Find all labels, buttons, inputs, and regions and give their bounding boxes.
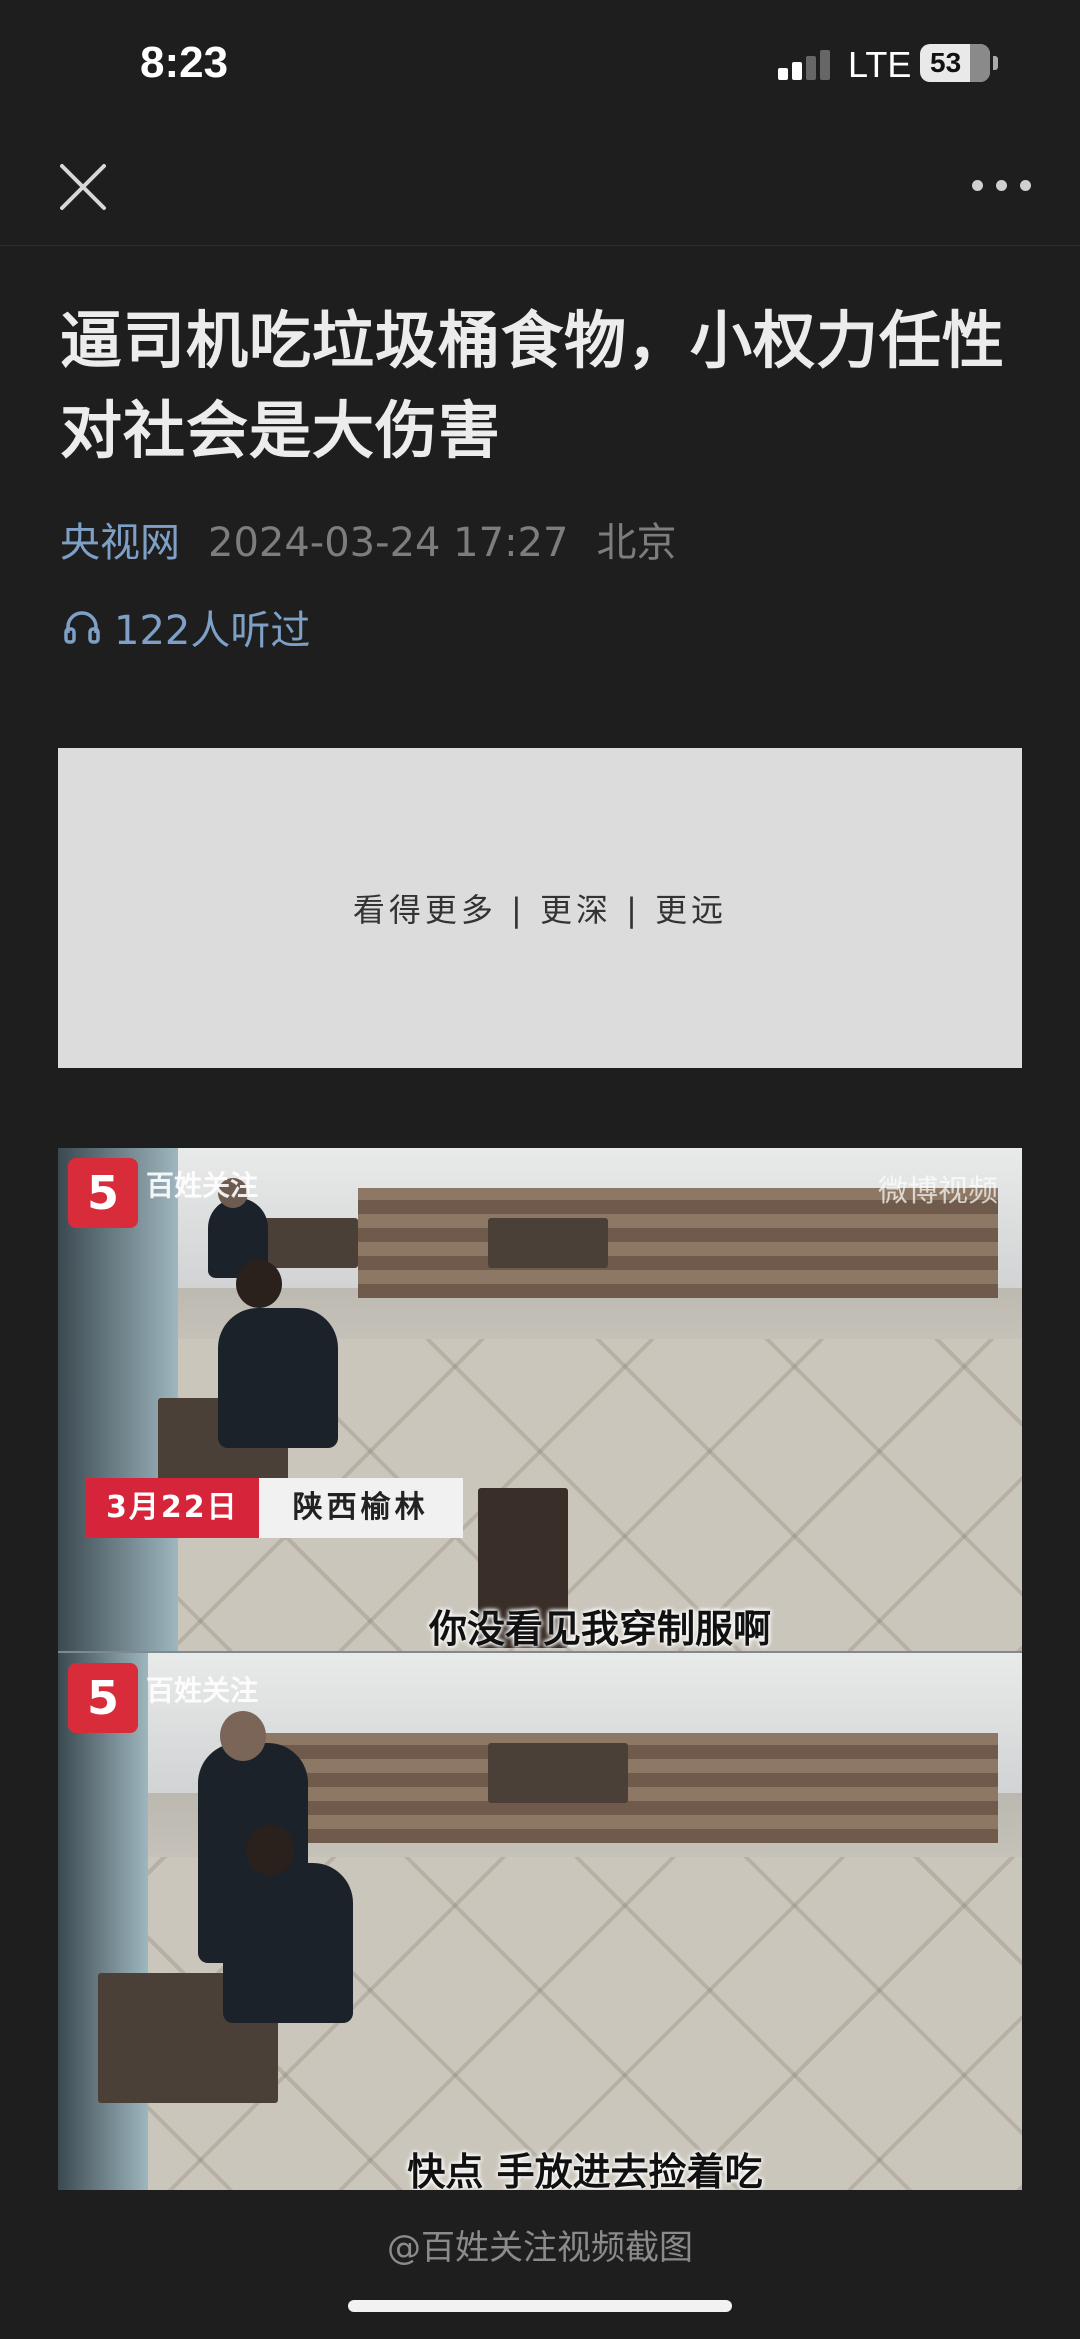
article-image[interactable]: 5 百姓关注 微博视频 3月22日 陕西榆林 你没看见我穿制服啊 5 百姓关注 …: [58, 1148, 1022, 2190]
image-caption: @百姓关注视频截图: [387, 2228, 693, 2268]
video-frame-1: 5 百姓关注 微博视频 3月22日 陕西榆林 你没看见我穿制服啊: [58, 1148, 1022, 1651]
more-dots-icon[interactable]: [972, 174, 1036, 198]
ad-banner[interactable]: 看得更多 | 更深 | 更远: [58, 748, 1022, 1068]
status-bar: 8:23 LTE 53: [0, 0, 1080, 130]
headphones-icon: [64, 611, 100, 644]
logo-icon: 5: [68, 1663, 138, 1733]
subtitle-2: 快点 手放进去捡着吃: [407, 2150, 763, 2190]
logo-text: 百姓关注: [146, 1169, 259, 1202]
weibo-watermark: 微博视频: [878, 1174, 998, 1209]
home-indicator[interactable]: [348, 2300, 732, 2312]
date-tag: 3月22日 陕西榆林: [86, 1478, 463, 1538]
logo-icon: 5: [68, 1158, 138, 1228]
date-tag-place: 陕西榆林: [258, 1478, 463, 1538]
battery-level: 53: [930, 47, 962, 78]
article-title: 逼司机吃垃圾桶食物，小权力任性对社会是大伤害: [60, 304, 1006, 467]
battery-icon: 53: [920, 44, 998, 82]
signal-icon: [778, 48, 836, 80]
status-time: 8:23: [140, 38, 229, 87]
nav-bar: [0, 130, 1080, 246]
article-location: 北京: [596, 520, 677, 566]
date-tag-date: 3月22日: [86, 1478, 259, 1538]
listen-count[interactable]: 122人听过: [62, 598, 310, 656]
article-date: 2024-03-24 17:27: [208, 520, 569, 566]
network-label: LTE: [848, 44, 912, 85]
ad-text: 看得更多 | 更深 | 更远: [352, 891, 728, 929]
logo-text: 百姓关注: [146, 1674, 259, 1707]
listen-count-label: 122人听过: [114, 608, 311, 654]
article-meta: 央视网 2024-03-24 17:27 北京: [60, 510, 676, 568]
subtitle-1: 你没看见我穿制服啊: [428, 1607, 771, 1651]
video-frame-2: 5 百姓关注 快点 手放进去捡着吃: [58, 1653, 1022, 2190]
article-source[interactable]: 央视网: [60, 520, 180, 566]
close-icon[interactable]: [52, 156, 114, 218]
